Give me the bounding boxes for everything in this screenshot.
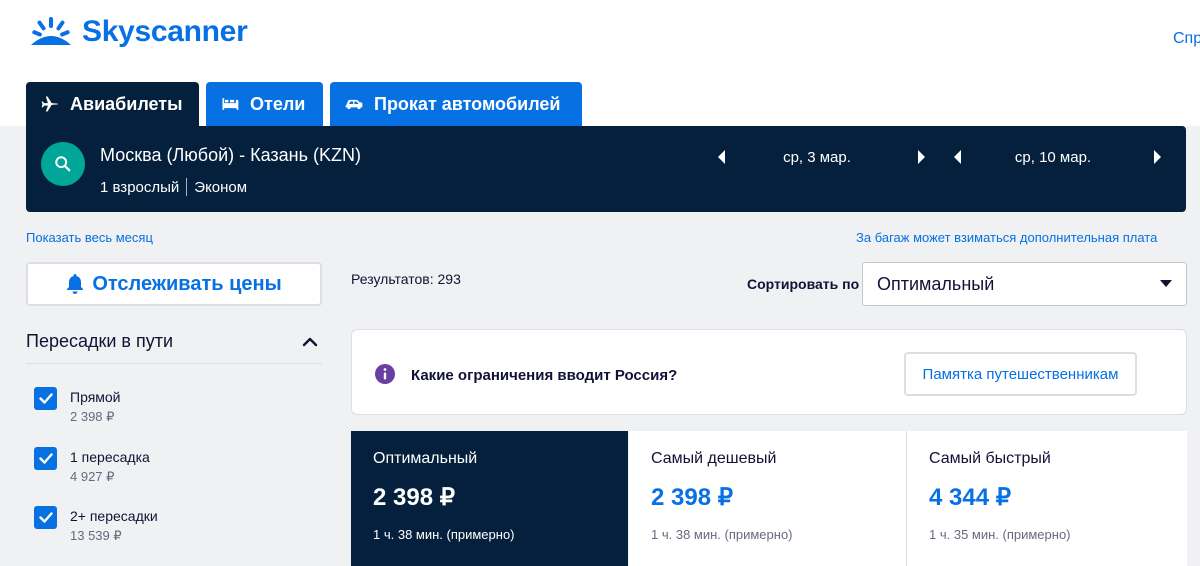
sort-dropdown[interactable]: Оптимальный <box>862 262 1187 306</box>
divider <box>26 363 322 364</box>
logo-wordmark: Skyscanner <box>82 15 248 48</box>
bell-icon <box>67 274 84 294</box>
checkbox-checked[interactable] <box>34 506 57 529</box>
travel-advice-button[interactable]: Памятка путешественникам <box>904 352 1137 396</box>
tab-hotels[interactable]: Отели <box>206 82 323 126</box>
cabin-class: Эконом <box>194 178 248 196</box>
search-summary-bar: Москва (Любой) - Казань (KZN) 1 взрослый… <box>26 126 1186 212</box>
skyscanner-logo[interactable]: Skyscanner <box>26 15 248 49</box>
stops-option-label: Прямой <box>70 389 121 405</box>
sort-card-price: 2 398 ₽ <box>373 484 455 511</box>
car-icon <box>345 99 363 109</box>
stops-option-price: 2 398 ₽ <box>70 409 115 424</box>
sun-logo-icon <box>31 17 71 45</box>
sort-card-title: Самый быстрый <box>929 450 1051 467</box>
depart-next-day-button[interactable] <box>914 148 928 166</box>
checkbox-checked[interactable] <box>34 447 57 470</box>
tab-car-hire[interactable]: Прокат автомобилей <box>330 82 582 126</box>
tab-car-hire-label: Прокат автомобилей <box>374 93 561 114</box>
sort-card-duration: 1 ч. 35 мин. (примерно) <box>929 527 1071 542</box>
divider <box>186 178 188 196</box>
tab-flights[interactable]: Авиабилеты <box>26 82 199 126</box>
sort-card-duration: 1 ч. 38 мин. (примерно) <box>373 527 515 542</box>
triangle-left-icon <box>717 150 725 164</box>
search-icon <box>55 156 71 172</box>
baggage-fee-link[interactable]: За багаж может взиматься дополнительная … <box>856 230 1157 245</box>
stops-option-text: Прямой 2 398 ₽ <box>70 387 121 425</box>
route-summary[interactable]: Москва (Любой) - Казань (KZN) <box>100 145 361 166</box>
sort-card-title: Самый дешевый <box>651 450 777 467</box>
depart-prev-day-button[interactable] <box>714 148 728 166</box>
stops-option-price: 13 539 ₽ <box>70 528 122 543</box>
sort-card-price: 4 344 ₽ <box>929 484 1011 511</box>
sort-label: Сортировать по <box>747 276 860 292</box>
stops-option-label: 1 пересадка <box>70 449 150 465</box>
plane-icon <box>41 96 58 112</box>
track-prices-button[interactable]: Отслеживать цены <box>26 262 322 306</box>
sort-card-best[interactable]: Оптимальный 2 398 ₽ 1 ч. 38 мин. (пример… <box>351 431 628 566</box>
tab-hotels-label: Отели <box>250 93 306 114</box>
sort-card-price: 2 398 ₽ <box>651 484 733 511</box>
checkmark-icon <box>38 453 53 464</box>
checkmark-icon <box>38 393 53 404</box>
edit-search-button[interactable] <box>41 142 85 186</box>
stops-option-label: 2+ пересадки <box>70 508 158 524</box>
sort-card-duration: 1 ч. 38 мин. (примерно) <box>651 527 793 542</box>
triangle-right-icon <box>917 150 925 164</box>
sort-card-cheapest[interactable]: Самый дешевый 2 398 ₽ 1 ч. 38 мин. (прим… <box>629 431 906 566</box>
triangle-right-icon <box>1153 150 1161 164</box>
passenger-summary[interactable]: 1 взрослый Эконом <box>100 178 247 196</box>
stops-option-direct[interactable]: Прямой 2 398 ₽ <box>34 387 121 425</box>
stops-option-price: 4 927 ₽ <box>70 469 115 484</box>
track-prices-label: Отслеживать цены <box>92 272 282 295</box>
stops-option-text: 2+ пересадки 13 539 ₽ <box>70 506 158 544</box>
return-date[interactable]: ср, 10 мар. <box>1011 149 1095 166</box>
help-link[interactable]: Спр <box>1173 30 1200 48</box>
return-prev-day-button[interactable] <box>950 148 964 166</box>
bed-icon <box>222 98 239 110</box>
depart-date[interactable]: ср, 3 мар. <box>780 149 854 166</box>
sort-selected-value: Оптимальный <box>877 273 995 294</box>
sort-card-fastest[interactable]: Самый быстрый 4 344 ₽ 1 ч. 35 мин. (прим… <box>907 431 1187 566</box>
return-next-day-button[interactable] <box>1150 148 1164 166</box>
results-count: Результатов: 293 <box>351 271 461 287</box>
stops-filter-title: Пересадки в пути <box>26 331 174 351</box>
caret-down-icon <box>1160 280 1172 287</box>
show-whole-month-link[interactable]: Показать весь месяц <box>26 230 153 245</box>
chevron-up-icon[interactable] <box>302 335 318 349</box>
travel-restrictions-notice: Какие ограничения вводит Россия? Памятка… <box>351 329 1187 415</box>
sort-card-title: Оптимальный <box>373 450 478 467</box>
checkmark-icon <box>38 512 53 523</box>
triangle-left-icon <box>953 150 961 164</box>
stops-option-one-stop[interactable]: 1 пересадка 4 927 ₽ <box>34 447 150 485</box>
passenger-count: 1 взрослый <box>100 178 180 196</box>
stops-option-two-plus[interactable]: 2+ пересадки 13 539 ₽ <box>34 506 158 544</box>
info-icon <box>375 364 395 384</box>
checkbox-checked[interactable] <box>34 387 57 410</box>
stops-option-text: 1 пересадка 4 927 ₽ <box>70 447 150 485</box>
notice-text: Какие ограничения вводит Россия? <box>411 367 678 384</box>
tab-flights-label: Авиабилеты <box>70 93 183 114</box>
